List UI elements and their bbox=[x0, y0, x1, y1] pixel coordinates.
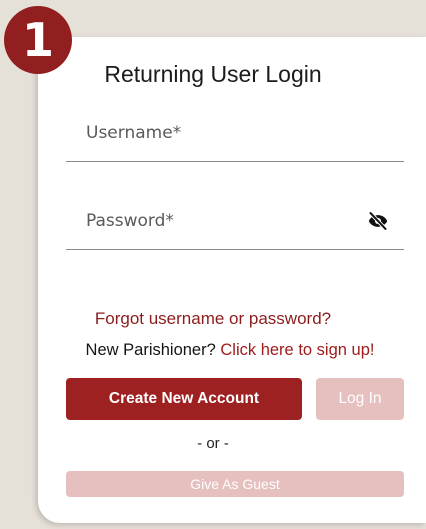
give-as-guest-button[interactable]: Give As Guest bbox=[66, 471, 404, 497]
login-card: Returning User Login Forgot username or … bbox=[38, 37, 426, 523]
signup-link[interactable]: Click here to sign up! bbox=[220, 341, 374, 359]
step-number-badge: 1 bbox=[4, 6, 72, 74]
login-button[interactable]: Log In bbox=[316, 378, 404, 420]
forgot-credentials-link[interactable]: Forgot username or password? bbox=[38, 309, 388, 329]
eye-slash-icon[interactable] bbox=[368, 211, 388, 231]
password-input[interactable] bbox=[86, 203, 366, 239]
username-input[interactable] bbox=[86, 115, 366, 151]
or-divider: - or - bbox=[197, 435, 229, 452]
create-account-button[interactable]: Create New Account bbox=[66, 378, 302, 420]
password-field bbox=[66, 197, 404, 250]
new-parishioner-text: New Parishioner? bbox=[85, 341, 216, 359]
username-field bbox=[66, 109, 404, 162]
step-number: 1 bbox=[21, 13, 54, 67]
signup-line: New Parishioner? Click here to sign up! bbox=[50, 341, 410, 360]
login-title: Returning User Login bbox=[104, 61, 322, 87]
